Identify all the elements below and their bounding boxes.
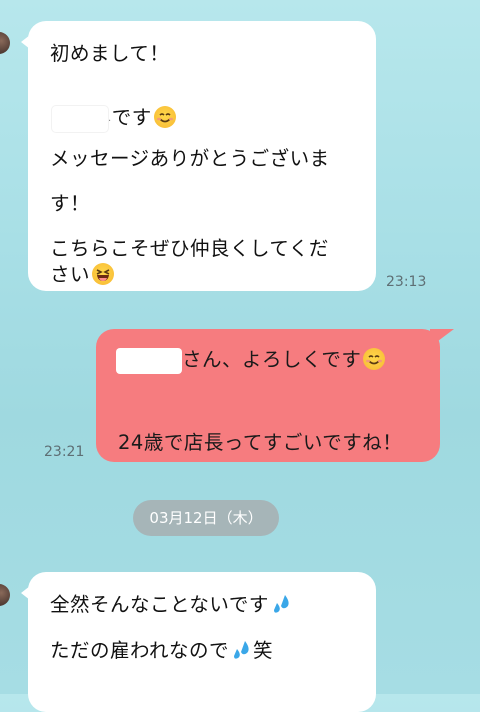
message-line: ·です (52, 101, 176, 132)
message-bubble-incoming[interactable]: 初めまして！ ·です メッセージありがとうございま す！ こちらこそぜひ仲良くし… (21, 21, 376, 291)
message-line: さん、よろしくです (116, 343, 386, 374)
message-line: さい (50, 258, 115, 287)
message-line: 24歳で店長ってすごいですね！ (118, 431, 403, 454)
avatar[interactable] (0, 584, 10, 606)
message-line: 全然そんなことないです (50, 588, 293, 617)
bubble-tail (430, 329, 454, 347)
bubble-tail (21, 586, 30, 600)
message-line: 初めまして！ (50, 42, 170, 65)
laughing-emoji-icon (92, 262, 115, 285)
date-separator: 03月12日（木） (133, 500, 279, 536)
timestamp: 23:13 (386, 274, 427, 290)
message-bubble-incoming[interactable]: 全然そんなことないです ただの雇われなので 笑 (21, 572, 376, 712)
smile-emoji-icon (153, 105, 176, 128)
message-line: す！ (50, 192, 91, 215)
sweat-droplets-icon (271, 593, 293, 615)
sweat-droplets-icon (231, 639, 253, 661)
redacted-name (116, 347, 182, 374)
avatar[interactable] (0, 32, 10, 54)
message-line: こちらこそぜひ仲良くしてくだ (50, 237, 329, 260)
timestamp: 23:21 (44, 444, 85, 460)
smile-emoji-icon (363, 347, 386, 370)
message-bubble-outgoing[interactable]: さん、よろしくです 24歳で店長ってすごいですね！ (96, 329, 454, 462)
message-line: ただの雇われなので 笑 (50, 639, 274, 662)
bubble-tail (21, 35, 30, 49)
redacted-name (52, 105, 108, 132)
message-line: メッセージありがとうございま (50, 147, 330, 170)
